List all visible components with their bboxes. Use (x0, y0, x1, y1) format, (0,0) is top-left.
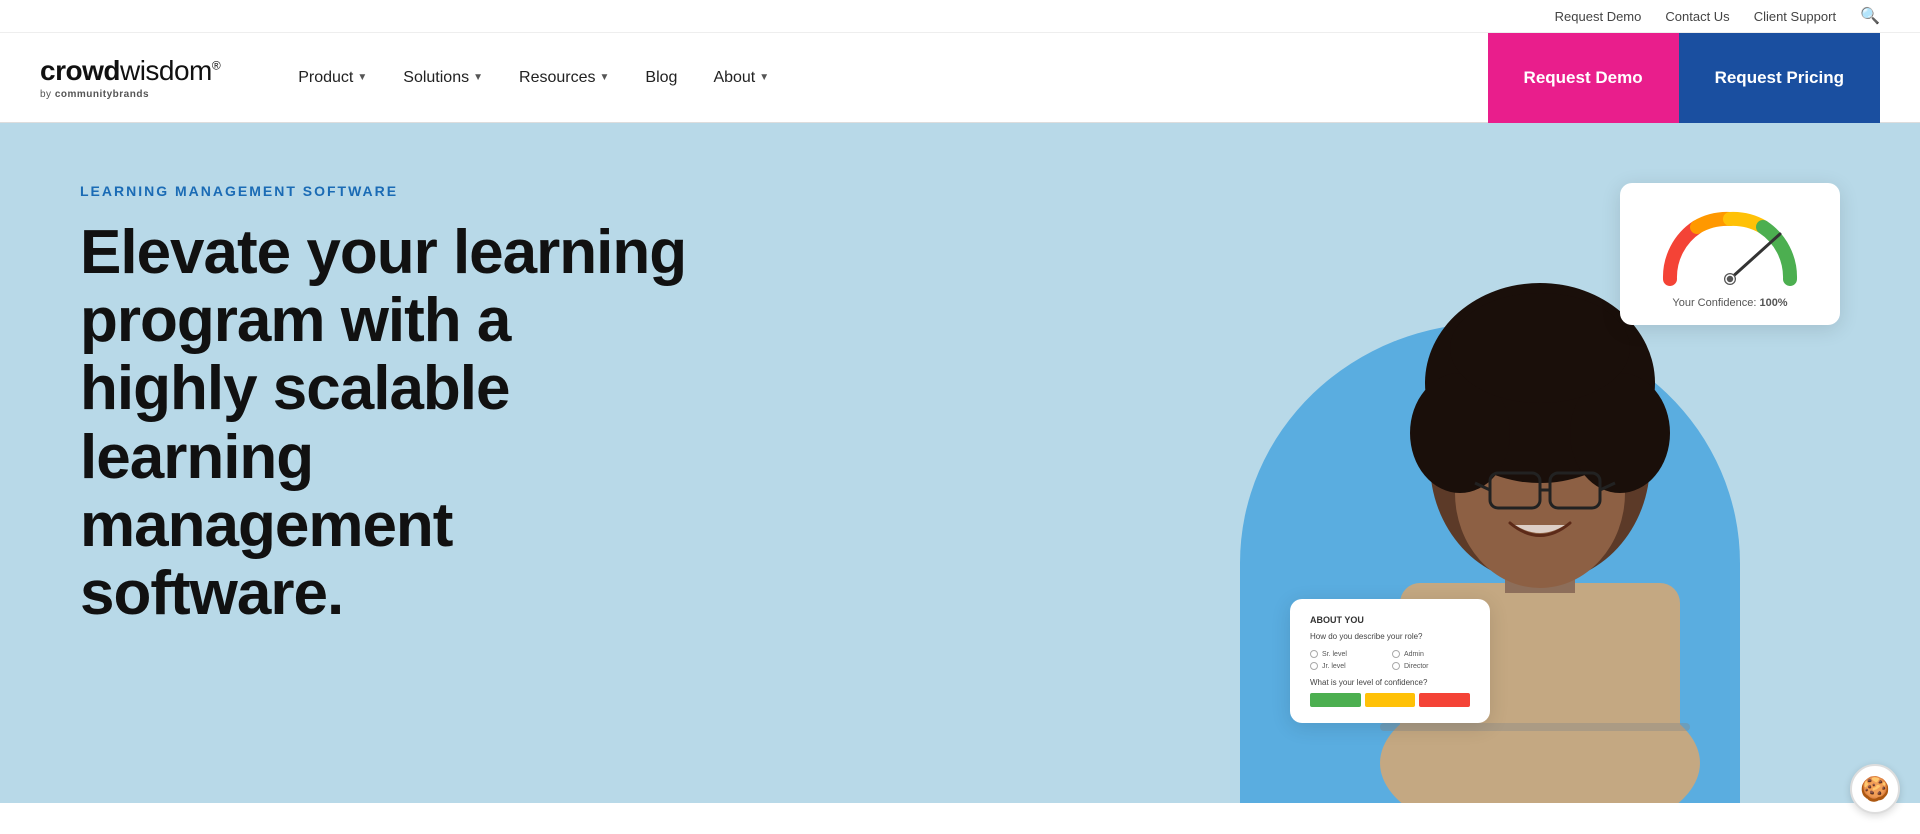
logo-crowd: crowd (40, 55, 120, 86)
chevron-down-icon: ▼ (357, 72, 367, 83)
chevron-down-icon: ▼ (759, 72, 769, 83)
logo-subtitle: by communitybrands (40, 89, 220, 100)
quiz-question-1: How do you describe your role? (1310, 631, 1470, 642)
quiz-option-4: Director (1392, 662, 1470, 670)
hero-content: LEARNING MANAGEMENT SOFTWARE Elevate you… (80, 183, 700, 628)
quiz-question-2: What is your level of confidence? (1310, 678, 1470, 687)
quiz-option-3: Jr. level (1310, 662, 1388, 670)
quiz-radio-2 (1392, 650, 1400, 658)
confidence-btn-green (1310, 693, 1361, 707)
quiz-option-2: Admin (1392, 650, 1470, 658)
search-button[interactable]: 🔍 (1860, 6, 1880, 26)
chevron-down-icon: ▼ (600, 72, 610, 83)
quiz-radio-3 (1310, 662, 1318, 670)
quiz-widget: ABOUT YOU How do you describe your role?… (1290, 599, 1490, 723)
quiz-radio-4 (1392, 662, 1400, 670)
nav-about-label: About (713, 69, 755, 87)
hero-eyebrow: LEARNING MANAGEMENT SOFTWARE (80, 183, 700, 199)
request-demo-button[interactable]: Request Demo (1488, 33, 1679, 123)
gauge-label: Your Confidence: 100% (1644, 297, 1816, 309)
quiz-widget-title: ABOUT YOU (1310, 615, 1470, 625)
nav-item-product[interactable]: Product ▼ (280, 33, 385, 123)
confidence-btn-red (1419, 693, 1470, 707)
utility-bar: Request Demo Contact Us Client Support 🔍 (0, 0, 1920, 33)
nav-item-resources[interactable]: Resources ▼ (501, 33, 627, 123)
logo[interactable]: crowdwisdom® by communitybrands (40, 55, 220, 100)
request-pricing-button[interactable]: Request Pricing (1679, 33, 1880, 123)
logo-text: crowdwisdom® (40, 55, 220, 87)
main-navigation: crowdwisdom® by communitybrands Product … (0, 33, 1920, 123)
nav-resources-label: Resources (519, 69, 595, 87)
hero-headline: Elevate your learning program with a hig… (80, 219, 700, 628)
search-icon: 🔍 (1860, 8, 1880, 25)
nav-ctas: Request Demo Request Pricing (1488, 33, 1880, 123)
nav-blog-label: Blog (645, 69, 677, 87)
hero-section: LEARNING MANAGEMENT SOFTWARE Elevate you… (0, 123, 1920, 803)
quiz-radio-1 (1310, 650, 1318, 658)
quiz-option-1: Sr. level (1310, 650, 1388, 658)
nav-product-label: Product (298, 69, 353, 87)
client-support-link[interactable]: Client Support (1754, 9, 1836, 24)
nav-item-blog[interactable]: Blog (627, 33, 695, 123)
request-demo-link[interactable]: Request Demo (1555, 9, 1642, 24)
cookie-icon: 🍪 (1860, 775, 1890, 804)
chevron-down-icon: ▼ (473, 72, 483, 83)
gauge-svg (1645, 199, 1815, 289)
contact-us-link[interactable]: Contact Us (1665, 9, 1729, 24)
logo-wisdom: wisdom (120, 55, 212, 86)
gauge-widget: Your Confidence: 100% (1620, 183, 1840, 325)
nav-item-solutions[interactable]: Solutions ▼ (385, 33, 501, 123)
confidence-btn-yellow (1365, 693, 1416, 707)
quiz-confidence-buttons (1310, 693, 1470, 707)
cookie-consent-button[interactable]: 🍪 (1850, 764, 1900, 814)
nav-solutions-label: Solutions (403, 69, 469, 87)
nav-links: Product ▼ Solutions ▼ Resources ▼ Blog A… (280, 33, 1487, 123)
nav-item-about[interactable]: About ▼ (695, 33, 787, 123)
quiz-options: Sr. level Admin Jr. level Director (1310, 650, 1470, 670)
